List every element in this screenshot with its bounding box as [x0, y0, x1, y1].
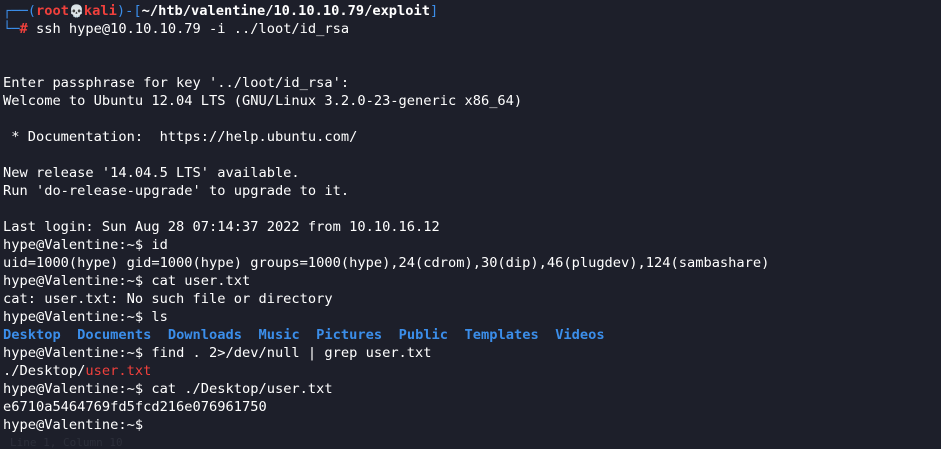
shell-line-current[interactable]: hype@Valentine:~$: [3, 416, 941, 434]
ls-dir-public: Public: [398, 327, 449, 343]
terminal-window[interactable]: ┌──(root💀kali)-[~/htb/valentine/10.10.10…: [0, 0, 941, 449]
passphrase-prompt: Enter passphrase for key '../loot/id_rsa…: [3, 75, 350, 91]
find-output: ./Desktop/user.txt: [3, 362, 941, 380]
prompt-line-1: ┌──(root💀kali)-[~/htb/valentine/10.10.10…: [3, 2, 941, 20]
prompt-frame-top: ┌──(: [3, 3, 36, 19]
shell-line-cat: hype@Valentine:~$ cat user.txt: [3, 272, 941, 290]
ls-output: Desktop Documents Downloads Music Pictur…: [3, 326, 941, 344]
upgrade-hint-line: Run 'do-release-upgrade' to upgrade to i…: [3, 183, 350, 199]
new-release-line: New release '14.04.5 LTS' available.: [3, 165, 300, 181]
shell-line-ls: hype@Valentine:~$ ls: [3, 308, 941, 326]
user-flag-output: e6710a5464769fd5fcd216e076961750: [3, 399, 267, 415]
status-bar-ghost: Line 1, Column 10: [10, 436, 123, 449]
shell-prompt: hype@Valentine:~$: [3, 309, 152, 325]
ls-dir-documents: Documents: [77, 327, 152, 343]
prompt-hash: #: [19, 21, 28, 37]
shell-line-cat-desktop: hype@Valentine:~$ cat ./Desktop/user.txt: [3, 380, 941, 398]
prompt-user: root: [35, 3, 69, 19]
shell-line-id: hype@Valentine:~$ id: [3, 236, 941, 254]
shell-prompt: hype@Valentine:~$: [3, 417, 152, 433]
text-cursor: [151, 417, 159, 432]
shell-prompt: hype@Valentine:~$: [3, 345, 152, 361]
prompt-frame-mid: )-[: [116, 3, 142, 19]
command-ls: ls: [151, 309, 168, 325]
welcome-banner: Welcome to Ubuntu 12.04 LTS (GNU/Linux 3…: [3, 93, 523, 109]
shell-prompt: hype@Valentine:~$: [3, 381, 152, 397]
ls-dir-pictures: Pictures: [316, 327, 383, 343]
command-find: find . 2>/dev/null | grep user.txt: [151, 345, 432, 361]
shell-prompt: hype@Valentine:~$: [3, 273, 152, 289]
prompt-line-2: └─# ssh hype@10.10.10.79 -i ../loot/id_r…: [3, 20, 941, 38]
ls-dir-desktop: Desktop: [3, 327, 61, 343]
ls-dir-downloads: Downloads: [167, 327, 242, 343]
find-match-highlight: user.txt: [85, 363, 152, 379]
shell-line-find: hype@Valentine:~$ find . 2>/dev/null | g…: [3, 344, 941, 362]
command-id: id: [151, 237, 168, 253]
documentation-line: * Documentation: https://help.ubuntu.com…: [3, 129, 358, 145]
cat-error-output: cat: user.txt: No such file or directory: [3, 291, 333, 307]
command-cat: cat user.txt: [151, 273, 251, 289]
ls-dir-templates: Templates: [464, 327, 539, 343]
ls-dir-videos: Videos: [555, 327, 605, 343]
prompt-host: kali: [83, 3, 117, 19]
skull-icon: 💀: [68, 4, 84, 18]
id-output: uid=1000(hype) gid=1000(hype) groups=100…: [3, 255, 770, 271]
prompt-frame-close: ]: [430, 3, 439, 19]
shell-prompt: hype@Valentine:~$: [3, 237, 152, 253]
ls-dir-music: Music: [258, 327, 300, 343]
last-login-line: Last login: Sun Aug 28 07:14:37 2022 fro…: [3, 219, 440, 235]
ssh-command: ssh hype@10.10.10.79 -i ../loot/id_rsa: [27, 21, 350, 37]
prompt-frame-bottom: └─: [3, 21, 20, 37]
prompt-path: ~/htb/valentine/10.10.10.79/exploit: [141, 3, 431, 19]
command-cat-desktop: cat ./Desktop/user.txt: [151, 381, 333, 397]
find-path-prefix: ./Desktop/: [3, 363, 86, 379]
